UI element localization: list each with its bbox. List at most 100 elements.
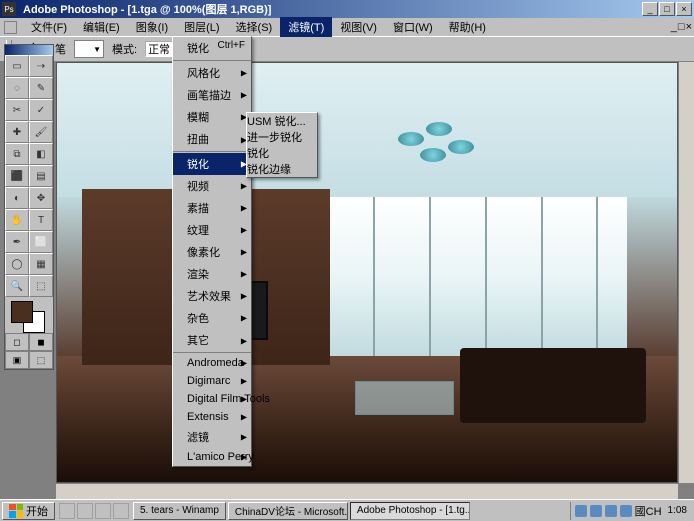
menu-item[interactable]: 滤镜▶ [173,426,251,448]
menu-item[interactable]: 艺术效果▶ [173,285,251,307]
canvas[interactable] [56,62,678,483]
menu-item[interactable]: 锐化Ctrl+F [173,37,251,61]
tray-icon[interactable] [575,505,587,517]
taskbar-task-button[interactable]: ChinaDV论坛 - Microsoft... [228,502,348,520]
menu-image[interactable]: 图象(I) [128,17,176,37]
taskbar-task-button[interactable]: 5. tears - Winamp [133,502,226,520]
minimize-button[interactable]: _ [642,2,658,16]
tool-button[interactable]: ⧉ [5,143,29,165]
menu-file[interactable]: 文件(F) [23,17,75,37]
close-button[interactable]: × [676,2,692,16]
foreground-color-swatch[interactable] [11,301,33,323]
tool-button[interactable]: ⬛ [5,165,29,187]
ime-indicator[interactable]: 國CH [635,503,662,519]
submenu-arrow-icon: ▶ [241,377,247,386]
toolbox-mode-button[interactable]: ▣ [5,351,29,369]
submenu-arrow-icon: ▶ [241,336,247,345]
submenu-item[interactable]: USM 锐化... [247,113,317,129]
clock[interactable]: 1:08 [665,505,690,516]
submenu-arrow-icon: ▶ [241,413,247,422]
horizontal-scrollbar[interactable] [56,483,678,499]
tool-button[interactable]: 🖌 [29,121,53,143]
menu-item[interactable]: 渲染▶ [173,263,251,285]
quick-launch-item[interactable] [95,503,111,519]
menu-item[interactable]: 纹理▶ [173,219,251,241]
submenu-item[interactable]: 锐化边缘 [247,161,317,177]
tray-icon[interactable] [605,505,617,517]
tool-button[interactable]: ⬜ [29,231,53,253]
menu-item[interactable]: 视频▶ [173,175,251,197]
toolbox-titlebar[interactable] [5,45,53,55]
menu-item[interactable]: Digimarc▶ [173,372,251,390]
menu-item[interactable]: 风格化▶ [173,62,251,84]
menu-item[interactable]: Extensis▶ [173,408,251,426]
menubar: 文件(F) 编辑(E) 图象(I) 图层(L) 选择(S) 滤镜(T) 视图(V… [0,18,694,36]
menu-filter[interactable]: 滤镜(T) [280,17,332,37]
menu-item[interactable]: 素描▶ [173,197,251,219]
menu-item[interactable]: 扭曲▶ [173,128,251,152]
tool-button[interactable]: T [29,209,53,231]
brush-preset-picker[interactable]: ▼ [74,40,104,58]
vertical-scrollbar[interactable] [678,62,694,483]
start-button[interactable]: 开始 [2,502,55,520]
menu-item[interactable]: Andromeda▶ [173,354,251,372]
submenu-item[interactable]: 锐化 [247,145,317,161]
toolbox-mode-button[interactable]: ◼ [29,333,53,351]
menu-layer[interactable]: 图层(L) [176,17,227,37]
tool-button[interactable]: ✚ [5,121,29,143]
tray-icon[interactable] [590,505,602,517]
tool-button[interactable]: ✓ [29,99,53,121]
submenu-arrow-icon: ▶ [241,359,247,368]
mdi-close-button[interactable]: × [686,21,692,33]
color-swatches [5,297,53,333]
menu-edit[interactable]: 编辑(E) [75,17,128,37]
menu-item[interactable]: 杂色▶ [173,307,251,329]
tool-button[interactable]: ▦ [29,253,53,275]
tool-button[interactable]: ✥ [29,187,53,209]
blend-mode-value: 正常 [148,41,170,57]
menu-item[interactable]: 画笔描边▶ [173,84,251,106]
menu-item[interactable]: 模糊▶ [173,106,251,128]
menu-item[interactable]: L'amico Perry▶ [173,448,251,466]
tool-button[interactable]: ▭ [5,55,29,77]
titlebar: Ps Adobe Photoshop - [1.tga @ 100%(图层 1,… [0,0,694,18]
tool-button[interactable]: ◯ [5,253,29,275]
menu-item[interactable]: 其它▶ [173,329,251,353]
menu-item[interactable]: 锐化▶ [173,153,251,175]
submenu-arrow-icon: ▶ [241,204,247,213]
tool-button[interactable]: ✂ [5,99,29,121]
tool-button[interactable]: ◌ [5,77,29,99]
tool-button[interactable]: ✒ [5,231,29,253]
tray-icon[interactable] [620,505,632,517]
tool-button[interactable]: ✎ [29,77,53,99]
tool-button[interactable]: ▤ [29,165,53,187]
tool-button[interactable]: ◧ [29,143,53,165]
toolbox-mode-button[interactable]: ⬚ [29,351,53,369]
mdi-restore-button[interactable]: □ [678,21,685,33]
toolbox: ▭⇢◌✎✂✓✚🖌⧉◧⬛▤◐✥✋T✒⬜◯▦🔍⬚ ◻◼▣⬚ [4,44,54,370]
tool-button[interactable]: ◐ [5,187,29,209]
submenu-arrow-icon: ▶ [241,395,247,404]
tool-button[interactable]: ⬚ [29,275,53,297]
menu-window[interactable]: 窗口(W) [385,17,441,37]
tool-button[interactable]: 🔍 [5,275,29,297]
mdi-minimize-button[interactable]: _ [671,21,677,33]
maximize-button[interactable]: □ [659,2,675,16]
quick-launch-item[interactable] [113,503,129,519]
menu-item[interactable]: Digital Film Tools▶ [173,390,251,408]
tool-button[interactable]: ⇢ [29,55,53,77]
tool-button[interactable]: ✋ [5,209,29,231]
submenu-item[interactable]: 进一步锐化 [247,129,317,145]
menu-help[interactable]: 帮助(H) [441,17,494,37]
window-title: Adobe Photoshop - [1.tga @ 100%(图层 1,RGB… [20,1,642,17]
menu-item[interactable]: 像素化▶ [173,241,251,263]
doc-system-icon[interactable] [4,21,17,34]
taskbar-task-button[interactable]: Adobe Photoshop - [1.tg... [350,502,470,520]
start-label: 开始 [26,503,48,519]
menu-view[interactable]: 视图(V) [332,17,385,37]
toolbox-mode-button[interactable]: ◻ [5,333,29,351]
shortcut-label: Ctrl+F [218,40,246,51]
quick-launch-item[interactable] [59,503,75,519]
menu-select[interactable]: 选择(S) [228,17,281,37]
quick-launch-item[interactable] [77,503,93,519]
